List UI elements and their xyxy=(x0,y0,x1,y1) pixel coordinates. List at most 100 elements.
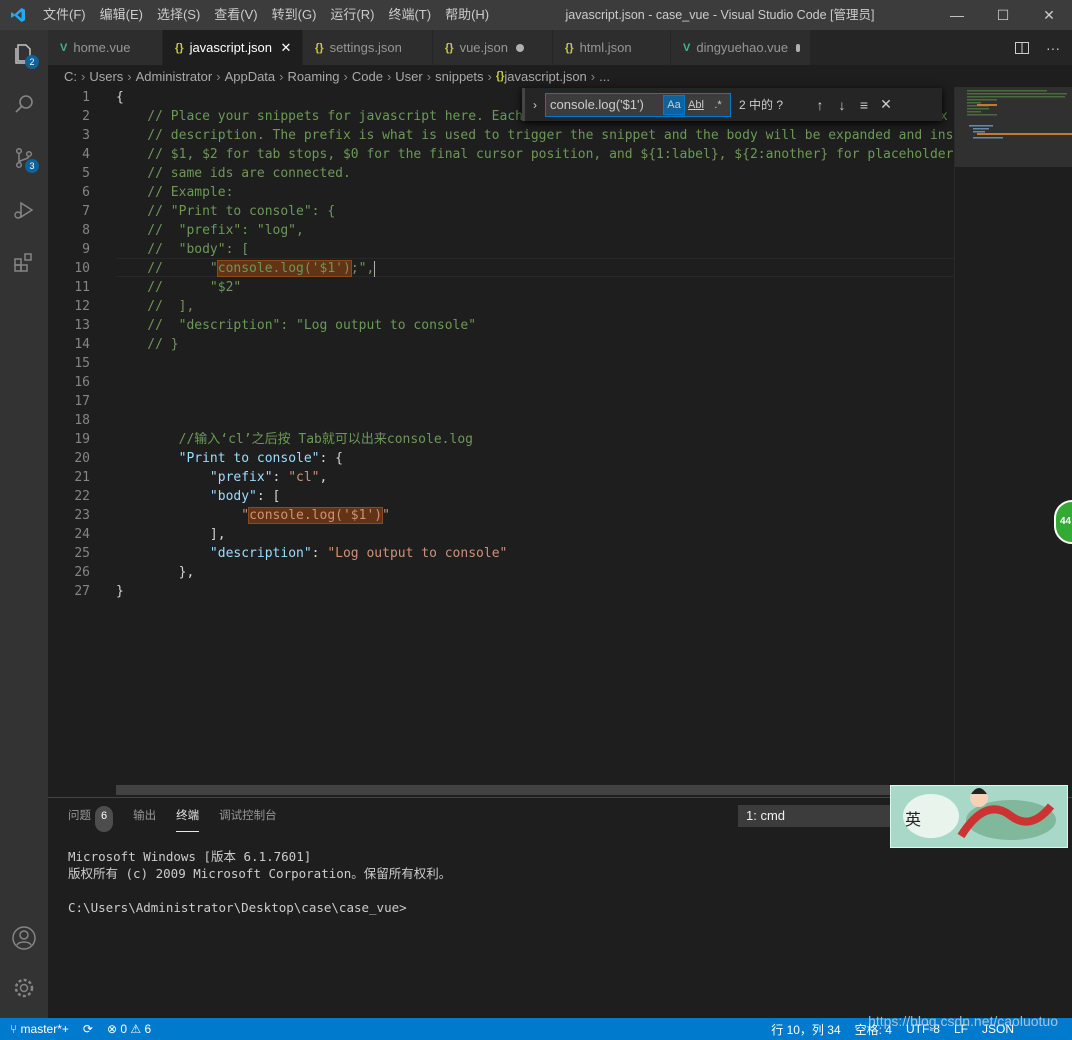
code-line[interactable]: 12 // ], xyxy=(48,297,954,316)
menu-item-7[interactable]: 帮助(H) xyxy=(438,0,496,30)
tab-vue-json[interactable]: {} vue.json xyxy=(433,30,553,65)
tab-dingyuehao-vue[interactable]: Vdingyuehao.vue xyxy=(671,30,811,65)
more-actions-icon[interactable]: ··· xyxy=(1046,40,1060,56)
breadcrumb-item[interactable]: Administrator xyxy=(136,69,213,84)
sync-icon[interactable]: ⟳ xyxy=(83,1022,93,1036)
breadcrumb-item[interactable]: Code xyxy=(352,69,383,84)
tab-debug-console[interactable]: 调试控制台 xyxy=(219,806,277,832)
code-line[interactable]: 20 "Print to console": { xyxy=(48,449,954,468)
tab-problems[interactable]: 问题 6 xyxy=(68,806,114,832)
split-editor-icon[interactable] xyxy=(1014,40,1030,56)
line-number: 12 xyxy=(74,299,90,314)
breadcrumb-item[interactable]: C: xyxy=(64,69,77,84)
tab-html-json[interactable]: {} html.json xyxy=(553,30,671,65)
run-debug-button[interactable] xyxy=(0,186,48,234)
code-line[interactable]: 19 //输入‘cl’之后按 Tab就可以出来console.log xyxy=(48,430,954,449)
code-line[interactable]: 22 "body": [ xyxy=(48,487,954,506)
match-case-toggle[interactable]: Aa xyxy=(663,94,685,115)
code-line[interactable]: 18 xyxy=(48,411,954,430)
close-find-icon[interactable]: ✕ xyxy=(875,96,897,113)
code-line[interactable]: 8 // "prefix": "log", xyxy=(48,221,954,240)
code-line[interactable]: 14 // } xyxy=(48,335,954,354)
menu-item-2[interactable]: 选择(S) xyxy=(150,0,207,30)
regex-toggle[interactable]: .* xyxy=(708,96,728,114)
find-in-selection-icon[interactable]: ≡ xyxy=(853,97,875,113)
minimap[interactable] xyxy=(954,87,1072,785)
code-text: // Example: xyxy=(116,185,234,200)
horizontal-scrollbar[interactable] xyxy=(116,785,906,795)
previous-match-icon[interactable]: ↑ xyxy=(809,97,831,113)
unsaved-dot-icon[interactable] xyxy=(796,43,800,52)
whole-word-toggle[interactable]: Abl xyxy=(686,96,706,114)
vscode-logo-icon xyxy=(0,0,36,30)
code-line[interactable]: 4 // $1, $2 for tab stops, $0 for the fi… xyxy=(48,145,954,164)
code-line[interactable]: 11 // "$2" xyxy=(48,278,954,297)
code-line[interactable]: 6 // Example: xyxy=(48,183,954,202)
code-line[interactable]: 26 }, xyxy=(48,563,954,582)
breadcrumb-item[interactable]: ... xyxy=(599,69,610,84)
csdn-watermark: https://blog.csdn.net/caoluotuo xyxy=(868,1013,1058,1029)
ime-skin-widget[interactable]: 英 xyxy=(890,785,1068,848)
find-input[interactable]: console.log('$1') Aa Abl .* xyxy=(545,92,731,117)
tab-javascript-json[interactable]: {} javascript.json ✕ xyxy=(163,30,303,65)
menu-item-3[interactable]: 查看(V) xyxy=(207,0,264,30)
breadcrumb-item[interactable]: User xyxy=(395,69,422,84)
breadcrumb-item[interactable]: Users xyxy=(89,69,123,84)
menu-item-0[interactable]: 文件(F) xyxy=(36,0,93,30)
breadcrumb-item[interactable]: javascript.json xyxy=(504,69,586,84)
manage-button[interactable] xyxy=(0,964,48,1012)
problems-count-badge: 6 xyxy=(95,806,114,832)
accounts-button[interactable] xyxy=(0,914,48,962)
code-line[interactable]: 21 "prefix": "cl", xyxy=(48,468,954,487)
breadcrumb-item[interactable]: Roaming xyxy=(288,69,340,84)
menu-item-6[interactable]: 终端(T) xyxy=(381,0,438,30)
tab-terminal[interactable]: 终端 xyxy=(176,806,200,832)
code-line[interactable]: 7 // "Print to console": { xyxy=(48,202,954,221)
code-line[interactable]: 24 ], xyxy=(48,525,954,544)
code-line[interactable]: 17 xyxy=(48,392,954,411)
problems-status[interactable]: ⊗ 0 ⚠ 6 xyxy=(107,1022,151,1036)
minimize-button[interactable]: — xyxy=(934,0,980,30)
menu-item-4[interactable]: 转到(G) xyxy=(265,0,324,30)
terminal-output[interactable]: Microsoft Windows [版本 6.1.7601] 版权所有 (c) … xyxy=(68,848,451,916)
cursor-position[interactable]: 行 10，列 34 xyxy=(771,1021,840,1038)
toggle-replace-icon[interactable]: › xyxy=(525,98,545,112)
code-line[interactable]: 9 // "body": [ xyxy=(48,240,954,259)
maximize-button[interactable]: ☐ xyxy=(980,0,1026,30)
tab-output[interactable]: 输出 xyxy=(133,806,156,832)
search-button[interactable] xyxy=(0,80,48,128)
code-line[interactable]: 3 // description. The prefix is what is … xyxy=(48,126,954,145)
close-window-button[interactable]: ✕ xyxy=(1026,0,1072,30)
terminal-select[interactable]: 1: cmd xyxy=(738,805,898,827)
code-editor[interactable]: 1 {2 // Place your snippets for javascrip… xyxy=(48,87,954,785)
menu-item-1[interactable]: 编辑(E) xyxy=(93,0,150,30)
unsaved-dot-icon[interactable] xyxy=(515,43,524,52)
close-tab-icon[interactable]: ✕ xyxy=(280,40,292,56)
next-match-icon[interactable]: ↓ xyxy=(831,97,853,113)
breadcrumb-separator-icon: › xyxy=(279,68,284,84)
tab-label: vue.json xyxy=(459,40,508,55)
source-control-button[interactable]: 3 xyxy=(0,134,48,182)
branch-status[interactable]: ⑂ master*+ xyxy=(10,1022,69,1036)
line-number: 14 xyxy=(74,337,90,352)
title-bar: 文件(F) 编辑(E) 选择(S) 查看(V) 转到(G) 运行(R) 终端(T) 帮助(H)… xyxy=(0,0,1072,30)
extensions-button[interactable] xyxy=(0,238,48,286)
code-line[interactable]: 25 "description": "Log output to console… xyxy=(48,544,954,563)
code-line[interactable]: 15 xyxy=(48,354,954,373)
line-number: 1 xyxy=(82,90,90,105)
tab-settings-json[interactable]: {} settings.json xyxy=(303,30,433,65)
code-text: // "Print to console": { xyxy=(116,204,336,219)
code-line[interactable]: 16 xyxy=(48,373,954,392)
breadcrumb-item[interactable]: AppData xyxy=(225,69,276,84)
breadcrumb-item[interactable]: snippets xyxy=(435,69,483,84)
minimap-preview xyxy=(967,90,1072,139)
code-line[interactable]: 13 // "description": "Log output to cons… xyxy=(48,316,954,335)
explorer-button[interactable]: 2 xyxy=(0,30,48,78)
code-line[interactable]: 27} xyxy=(48,582,954,601)
menu-item-5[interactable]: 运行(R) xyxy=(323,0,381,30)
code-line[interactable]: 23 "console.log('$1')" xyxy=(48,506,954,525)
code-line[interactable]: 10 // "console.log('$1');", xyxy=(48,259,954,278)
tab-home-vue[interactable]: Vhome.vue xyxy=(48,30,163,65)
code-line[interactable]: 5 // same ids are connected. xyxy=(48,164,954,183)
